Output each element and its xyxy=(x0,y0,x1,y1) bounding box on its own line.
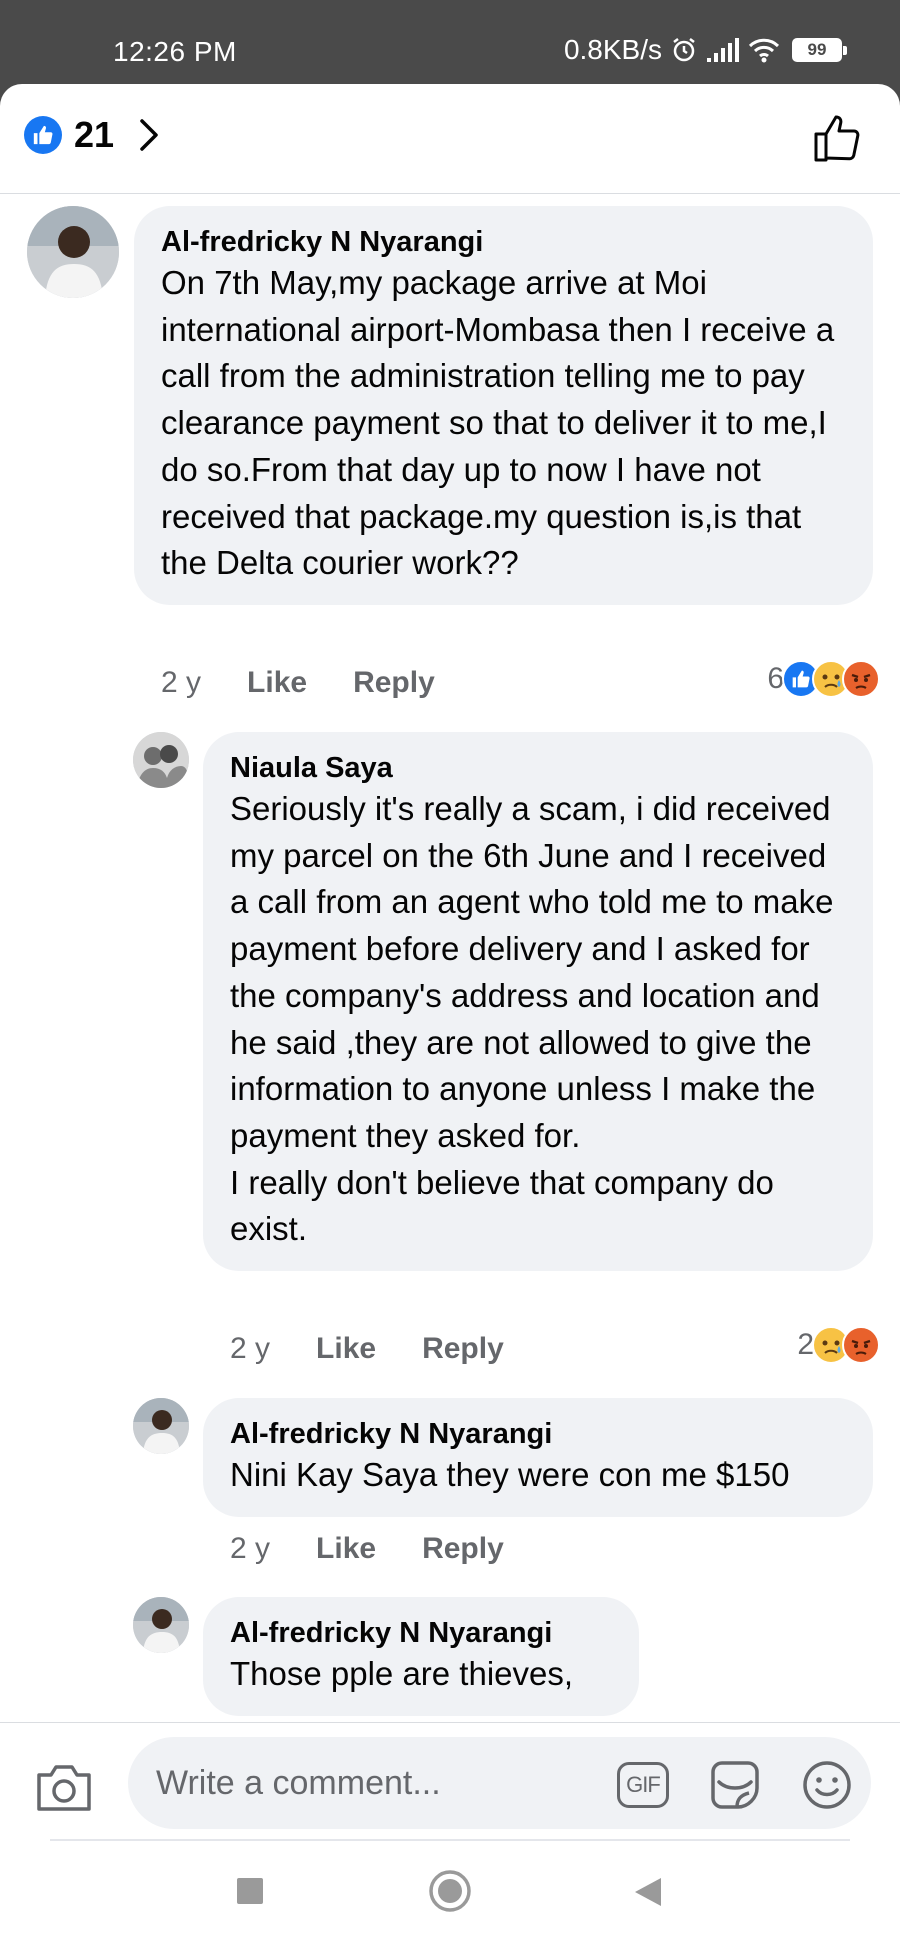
signal-icon xyxy=(707,38,739,62)
back-icon[interactable] xyxy=(633,1876,663,1908)
reply-button[interactable]: Reply xyxy=(422,1532,504,1566)
comment-input[interactable] xyxy=(156,1737,596,1829)
avatar[interactable] xyxy=(133,1597,189,1653)
comment-text: Those pple are thieves, xyxy=(230,1655,574,1692)
comments-sheet: 21 Al-fredricky N Nyarangi On 7th May,my… xyxy=(0,84,900,1950)
avatar[interactable] xyxy=(133,1398,189,1454)
comment-bubble[interactable]: Niaula Saya Seriously it's really a scam… xyxy=(203,732,873,1272)
comment-bubble[interactable]: Al-fredricky N Nyarangi On 7th May,my pa… xyxy=(134,206,873,605)
emoji-icon[interactable] xyxy=(801,1759,853,1811)
like-button[interactable]: Like xyxy=(247,666,307,700)
reply-button[interactable]: Reply xyxy=(353,666,435,700)
comment-actions: 2 y Like Reply xyxy=(230,1332,504,1366)
comment-reactions[interactable]: 2 xyxy=(797,1326,880,1364)
angry-reaction-icon xyxy=(842,1326,880,1364)
comment-text: Seriously it's really a scam, i did rece… xyxy=(230,790,834,1248)
like-post-icon[interactable] xyxy=(812,112,864,164)
comment-author[interactable]: Al-fredricky N Nyarangi xyxy=(230,1615,613,1651)
camera-icon[interactable] xyxy=(35,1761,93,1813)
status-time: 12:26 PM xyxy=(113,36,237,67)
wifi-icon xyxy=(748,38,780,63)
sticker-icon[interactable] xyxy=(707,1758,763,1812)
avatar[interactable] xyxy=(133,732,189,788)
comments-header: 21 xyxy=(0,84,900,194)
network-speed: 0.8KB/s xyxy=(563,34,662,65)
chevron-right-icon xyxy=(140,119,158,151)
angry-reaction-icon xyxy=(842,660,880,698)
like-count: 21 xyxy=(74,114,115,155)
home-icon[interactable] xyxy=(428,1869,472,1913)
reply-button[interactable]: Reply xyxy=(422,1332,504,1366)
avatar[interactable] xyxy=(27,206,119,298)
comment-age: 2 y xyxy=(230,1532,271,1565)
alarm-icon xyxy=(673,38,695,62)
comment-bubble[interactable]: Al-fredricky N Nyarangi Those pple are t… xyxy=(203,1597,639,1716)
comment-age: 2 y xyxy=(230,1332,271,1365)
system-navigation-bar xyxy=(0,1842,900,1950)
comment-text: Nini Kay Saya they were con me $150 xyxy=(230,1456,790,1493)
comment-reactions[interactable]: 6 xyxy=(767,660,880,698)
comment-bubble[interactable]: Al-fredricky N Nyarangi Nini Kay Saya th… xyxy=(203,1398,873,1517)
like-button[interactable]: Like xyxy=(316,1532,376,1566)
battery-indicator: 99 xyxy=(792,38,847,62)
gif-button[interactable]: GIF xyxy=(617,1762,669,1808)
comment-composer: GIF xyxy=(0,1722,900,1842)
like-reaction-icon xyxy=(24,116,62,154)
reactions-summary-button[interactable]: 21 xyxy=(24,114,164,156)
comment-author[interactable]: Al-fredricky N Nyarangi xyxy=(161,224,847,260)
comment-text: On 7th May,my package arrive at Moi inte… xyxy=(161,264,844,582)
comment-actions: 2 y Like Reply xyxy=(161,666,435,700)
recent-apps-icon[interactable] xyxy=(235,1876,265,1906)
like-button[interactable]: Like xyxy=(316,1332,376,1366)
comment-actions: 2 y Like Reply xyxy=(230,1532,504,1566)
divider xyxy=(50,1839,850,1841)
comment-author[interactable]: Al-fredricky N Nyarangi xyxy=(230,1416,847,1452)
status-indicators: 0.8KB/s 99 xyxy=(563,34,847,66)
comment-age: 2 y xyxy=(161,666,202,699)
comment-input-container[interactable]: GIF xyxy=(128,1737,871,1829)
status-bar: 12:26 PM 0.8KB/s 99 xyxy=(0,0,900,90)
comment-author[interactable]: Niaula Saya xyxy=(230,750,847,786)
